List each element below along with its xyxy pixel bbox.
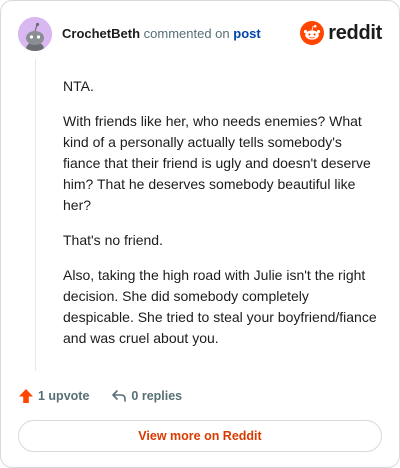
snoo-avatar-icon — [18, 17, 52, 51]
comment-paragraph: Also, taking the high road with Julie is… — [63, 267, 377, 346]
comment-actions: 1 upvote 0 replies — [18, 386, 204, 406]
upvote-count: 1 upvote — [38, 389, 90, 403]
upvote-arrow-icon — [19, 389, 33, 403]
comment-meta: CrochetBeth commented on post — [62, 26, 261, 42]
reddit-wordmark: reddit — [328, 22, 382, 44]
comment-paragraph: With friends like her, who needs enemies… — [63, 113, 371, 213]
comment-paragraph: That's no friend. — [63, 232, 163, 248]
commented-on-label: commented on — [143, 26, 230, 41]
comment-header: CrochetBeth commented on post — [18, 17, 261, 51]
reply-count: 0 replies — [131, 389, 183, 403]
comment-paragraph: NTA. — [63, 78, 94, 94]
thread-line — [35, 59, 36, 371]
reddit-snoo-icon — [300, 21, 325, 45]
comment-embed-card: CrochetBeth commented on post reddit NTA… — [0, 0, 400, 468]
user-avatar[interactable] — [18, 17, 52, 51]
upvote-button[interactable]: 1 upvote — [18, 388, 89, 404]
reply-button[interactable]: 0 replies — [111, 388, 182, 404]
username-link[interactable]: CrochetBeth — [62, 26, 140, 41]
post-link[interactable]: post — [233, 26, 260, 41]
reply-arrow-icon — [112, 390, 127, 402]
view-more-button[interactable]: View more on Reddit — [18, 420, 382, 452]
reddit-logo[interactable]: reddit — [300, 21, 382, 45]
comment-body: NTA. With friends like her, who needs en… — [63, 76, 383, 363]
